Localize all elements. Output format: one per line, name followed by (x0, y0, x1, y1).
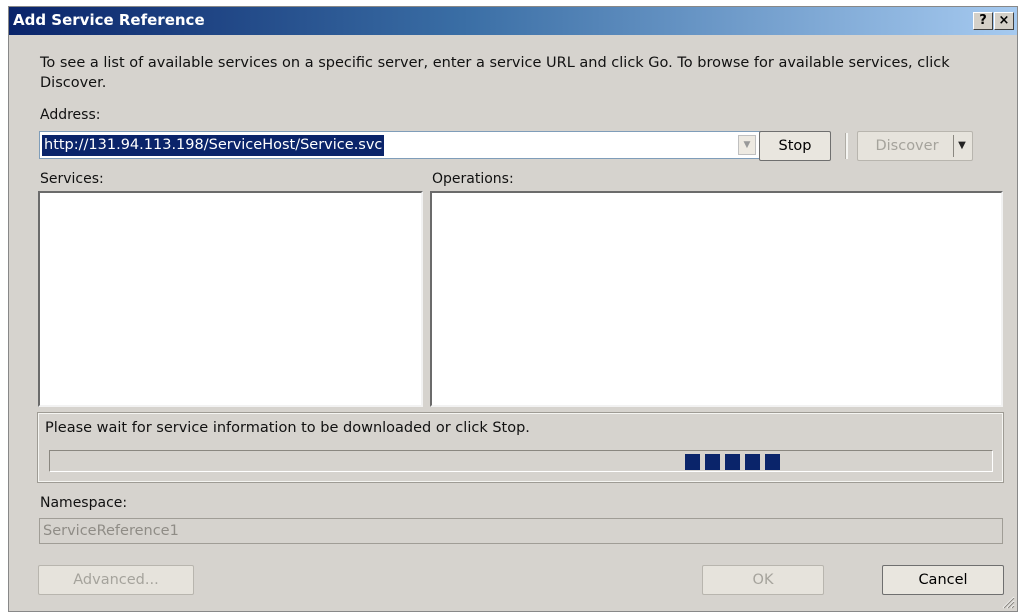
address-dropdown-button[interactable]: ▼ (738, 135, 756, 155)
discover-label: Discover (875, 138, 939, 154)
operations-list[interactable] (430, 191, 1003, 407)
cancel-button[interactable]: Cancel (882, 565, 1004, 595)
help-button[interactable]: ? (973, 12, 993, 30)
namespace-label: Namespace: (40, 495, 128, 511)
resize-grip-icon[interactable] (1001, 595, 1015, 609)
chevron-down-icon: ▼ (958, 140, 966, 151)
chevron-down-icon: ▼ (743, 140, 751, 150)
toolbar-separator (845, 133, 848, 159)
operations-label: Operations: (432, 171, 514, 187)
stop-button[interactable]: Stop (759, 131, 831, 161)
services-label: Services: (40, 171, 104, 187)
close-icon: × (998, 13, 1010, 28)
address-input[interactable]: http://131.94.113.198/ServiceHost/Servic… (42, 135, 385, 156)
progress-bar (49, 450, 993, 472)
status-panel: Please wait for service information to b… (37, 412, 1004, 483)
advanced-button[interactable]: Advanced... (38, 565, 194, 595)
progress-block (725, 454, 740, 470)
discover-dropdown-button[interactable]: ▼ (955, 135, 969, 157)
namespace-input[interactable]: ServiceReference1 (39, 518, 1003, 544)
close-button[interactable]: × (994, 12, 1014, 30)
intro-text: To see a list of available services on a… (40, 55, 950, 91)
services-tree[interactable] (38, 191, 423, 407)
address-label: Address: (40, 107, 101, 123)
help-icon: ? (979, 13, 987, 28)
split-divider (953, 135, 954, 157)
progress-block (685, 454, 700, 470)
window-title: Add Service Reference (13, 11, 205, 29)
add-service-reference-dialog: Add Service Reference ? × To see a list … (8, 6, 1018, 612)
progress-block (705, 454, 720, 470)
ok-button[interactable]: OK (702, 565, 824, 595)
status-message: Please wait for service information to b… (45, 420, 530, 436)
progress-block (745, 454, 760, 470)
progress-block (765, 454, 780, 470)
title-bar[interactable]: Add Service Reference ? × (9, 7, 1017, 35)
address-combobox[interactable]: http://131.94.113.198/ServiceHost/Servic… (39, 131, 761, 159)
